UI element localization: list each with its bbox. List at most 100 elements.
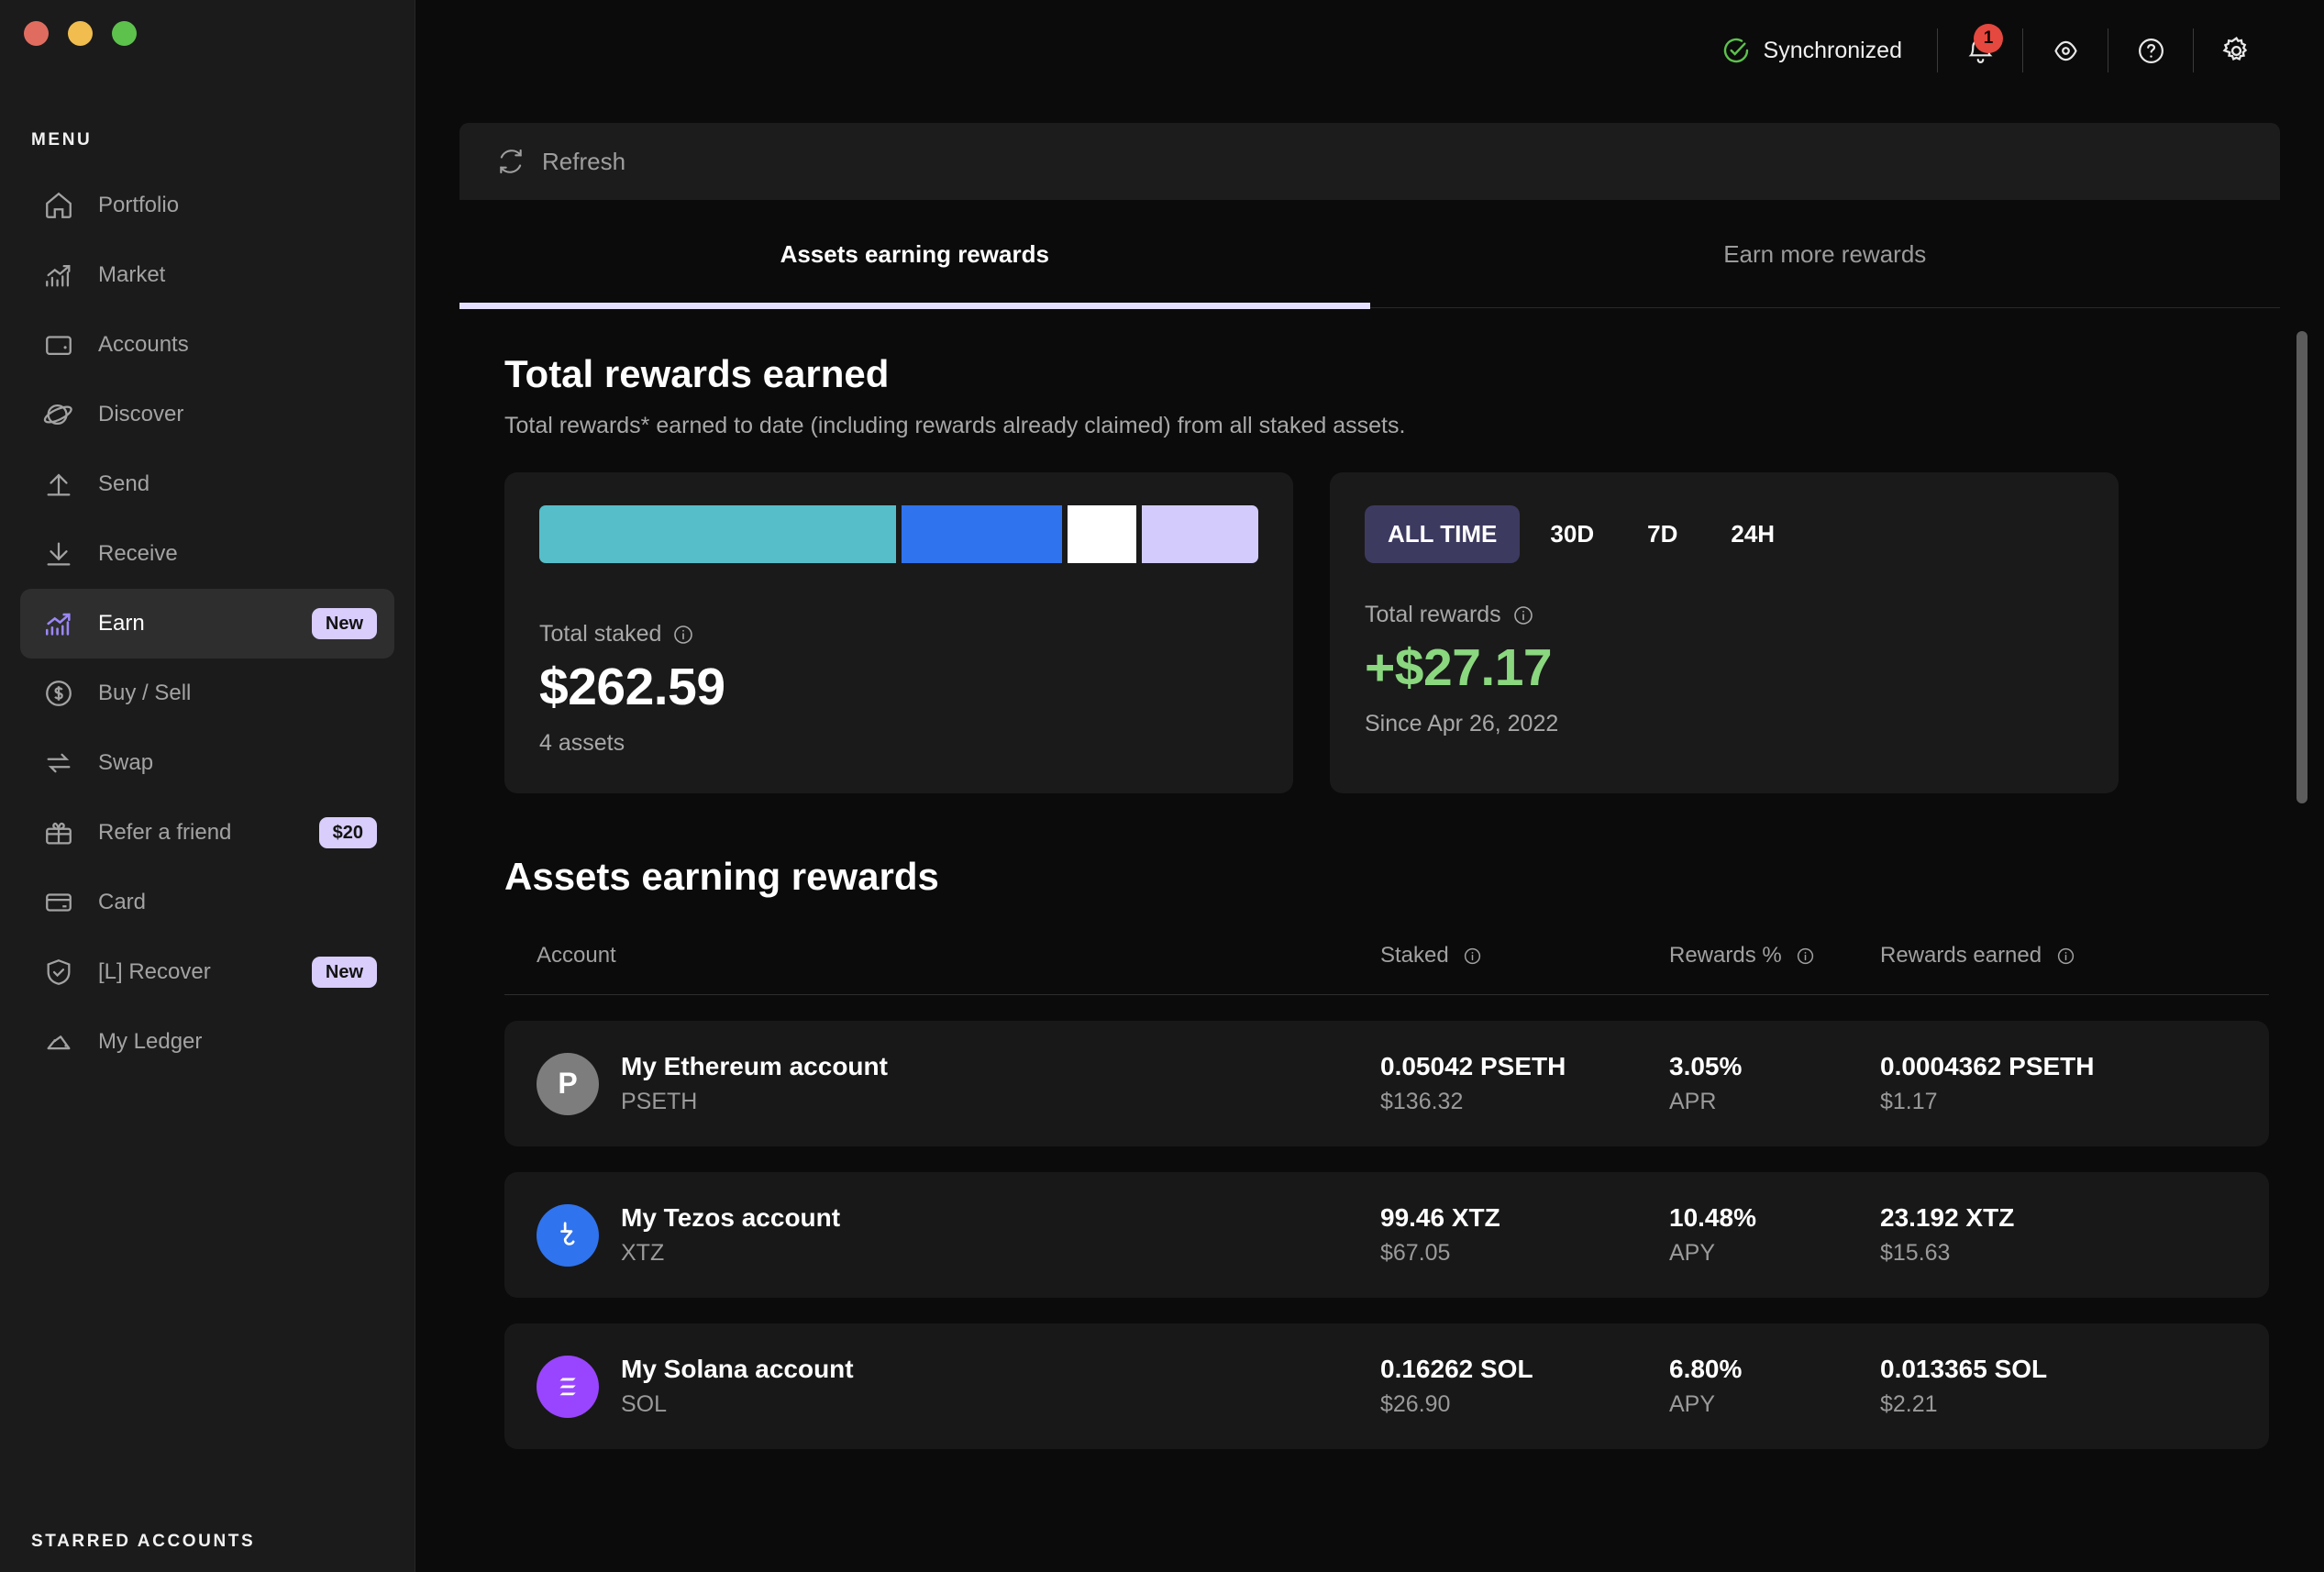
row-rewards-pct-cell: 10.48% APY (1669, 1203, 1880, 1267)
scrollbar[interactable] (2296, 308, 2307, 1572)
account-name: My Ethereum account (621, 1052, 888, 1081)
app-window: MENU Portfolio Market Accounts (0, 0, 2324, 1572)
total-rewards-label-row: Total rewards (1365, 602, 2084, 628)
sidebar-item-label: My Ledger (98, 1029, 202, 1055)
staked-fiat: $136.32 (1380, 1089, 1669, 1115)
bar-segment-3 (1068, 505, 1137, 563)
solana-icon (551, 1370, 584, 1403)
total-rewards-since-date: Since Apr 26, 2022 (1365, 711, 2084, 737)
rewards-earned-amount: 23.192 XTZ (1880, 1203, 2237, 1233)
bar-segment-4 (1142, 505, 1258, 563)
total-staked-label-row: Total staked (539, 621, 1258, 648)
dollar-circle-icon (38, 672, 80, 714)
rewards-type: APY (1669, 1240, 1880, 1267)
zoom-window-button[interactable] (112, 21, 137, 46)
column-header-rewards-earned: Rewards earned (1880, 943, 2237, 969)
sidebar-item-card[interactable]: Card (20, 868, 394, 937)
row-rewards-earned-cell: 23.192 XTZ $15.63 (1880, 1203, 2237, 1267)
column-header-rewards-earned-label: Rewards earned (1880, 943, 2042, 968)
rewards-earned-fiat: $15.63 (1880, 1240, 2237, 1267)
settings-button[interactable] (2194, 23, 2278, 78)
avatar-letter: P (558, 1067, 577, 1101)
table-row[interactable]: My Tezos account XTZ 99.46 XTZ $67.05 10… (504, 1172, 2269, 1298)
help-circle-icon (2136, 36, 2166, 66)
avatar: P (537, 1053, 599, 1115)
sidebar-item-send[interactable]: Send (20, 449, 394, 519)
sidebar-item-discover[interactable]: Discover (20, 380, 394, 449)
info-icon[interactable] (672, 624, 694, 646)
sidebar-menu-heading: MENU (31, 130, 415, 150)
rewards-percent: 3.05% (1669, 1052, 1880, 1081)
sidebar-item-label: [L] Recover (98, 959, 211, 985)
sidebar-item-label: Refer a friend (98, 820, 231, 846)
home-icon (38, 184, 80, 227)
sidebar-item-label: Discover (98, 402, 183, 427)
account-text: My Tezos account XTZ (621, 1203, 840, 1267)
sidebar-item-my-ledger[interactable]: My Ledger (20, 1007, 394, 1077)
minimize-window-button[interactable] (68, 21, 93, 46)
period-all-time[interactable]: ALL TIME (1365, 505, 1520, 563)
sidebar-item-recover[interactable]: [L] Recover New (20, 937, 394, 1007)
shield-check-icon (38, 951, 80, 993)
sidebar-item-swap[interactable]: Swap (20, 728, 394, 798)
account-name: My Solana account (621, 1355, 854, 1384)
row-rewards-earned-cell: 0.013365 SOL $2.21 (1880, 1355, 2237, 1418)
summary-cards: Total staked $262.59 4 assets ALL TIME 3… (504, 472, 2269, 793)
gift-icon (38, 812, 80, 854)
scrollbar-thumb[interactable] (2296, 331, 2307, 803)
column-header-staked: Staked (1380, 943, 1669, 969)
refresh-button[interactable]: Refresh (459, 123, 2280, 200)
sidebar-nav: Portfolio Market Accounts Discover (0, 171, 415, 1077)
period-24h[interactable]: 24H (1708, 505, 1798, 563)
row-account-cell: My Solana account SOL (537, 1355, 1380, 1418)
staked-amount: 0.16262 SOL (1380, 1355, 1669, 1384)
window-traffic-lights (0, 0, 415, 46)
notifications-button[interactable]: 1 (1938, 23, 2022, 78)
table-row[interactable]: My Solana account SOL 0.16262 SOL $26.90… (504, 1323, 2269, 1449)
sidebar-item-label: Earn (98, 611, 145, 637)
hide-balance-button[interactable] (2023, 23, 2108, 78)
period-30d[interactable]: 30D (1527, 505, 1617, 563)
check-circle-icon (1721, 36, 1751, 65)
info-icon[interactable] (2056, 947, 2075, 966)
sidebar-item-buy-sell[interactable]: Buy / Sell (20, 659, 394, 728)
column-header-rewards-pct-label: Rewards % (1669, 943, 1782, 968)
swap-arrows-icon (38, 742, 80, 784)
sidebar-item-label: Card (98, 890, 146, 915)
period-7d[interactable]: 7D (1624, 505, 1700, 563)
account-text: My Solana account SOL (621, 1355, 854, 1418)
sidebar-item-portfolio[interactable]: Portfolio (20, 171, 394, 240)
total-staked-card: Total staked $262.59 4 assets (504, 472, 1293, 793)
info-icon[interactable] (1463, 947, 1482, 966)
period-selector: ALL TIME 30D 7D 24H (1365, 505, 2084, 563)
scroll-area: Total rewards earned Total rewards* earn… (415, 308, 2324, 1572)
tab-earn-more-rewards[interactable]: Earn more rewards (1370, 200, 2281, 307)
rewards-type: APR (1669, 1089, 1880, 1115)
sidebar-item-refer-a-friend[interactable]: Refer a friend $20 (20, 798, 394, 868)
ledger-device-icon (38, 1021, 80, 1063)
trend-up-icon (38, 603, 80, 645)
row-account-cell: My Tezos account XTZ (537, 1203, 1380, 1267)
sidebar-item-accounts[interactable]: Accounts (20, 310, 394, 380)
total-staked-value: $262.59 (539, 657, 1258, 717)
sidebar-item-earn[interactable]: Earn New (20, 589, 394, 659)
info-icon[interactable] (1796, 947, 1815, 966)
table-row[interactable]: P My Ethereum account PSETH 0.05042 PSET… (504, 1021, 2269, 1146)
sidebar-item-market[interactable]: Market (20, 240, 394, 310)
row-staked-cell: 99.46 XTZ $67.05 (1380, 1203, 1669, 1267)
assets-section-title: Assets earning rewards (504, 855, 2269, 899)
close-window-button[interactable] (24, 21, 49, 46)
refresh-label: Refresh (542, 148, 625, 176)
rewards-earned-fiat: $1.17 (1880, 1089, 2237, 1115)
sidebar: MENU Portfolio Market Accounts (0, 0, 415, 1572)
rewards-earned-amount: 0.013365 SOL (1880, 1355, 2237, 1384)
sidebar-item-receive[interactable]: Receive (20, 519, 394, 589)
account-name: My Tezos account (621, 1203, 840, 1233)
tab-assets-earning-rewards[interactable]: Assets earning rewards (459, 200, 1370, 307)
total-rewards-card: ALL TIME 30D 7D 24H Total rewards +$27.1… (1330, 472, 2119, 793)
info-icon[interactable] (1512, 604, 1534, 626)
avatar (537, 1204, 599, 1267)
sync-status[interactable]: Synchronized (1721, 36, 1902, 65)
help-button[interactable] (2108, 23, 2193, 78)
sidebar-badge-referral-bonus: $20 (319, 817, 377, 848)
